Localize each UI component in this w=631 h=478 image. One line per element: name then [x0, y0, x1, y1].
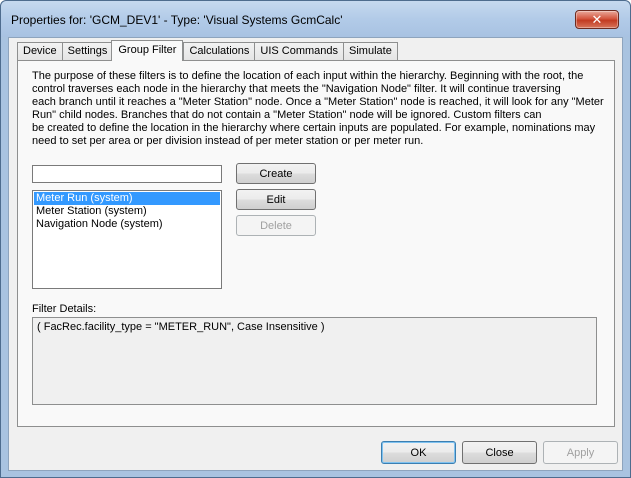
description-line: Run" child nodes. Branches that do not c… — [32, 109, 542, 121]
title-bar[interactable]: Properties for: 'GCM_DEV1' - Type: 'Visu… — [1, 1, 630, 37]
ok-button[interactable]: OK — [381, 441, 456, 464]
description-line: The purpose of these filters is to defin… — [32, 70, 584, 82]
filter-name-input[interactable] — [32, 165, 222, 183]
tab-strip: Device Settings Group Filter Calculation… — [17, 40, 398, 61]
apply-button[interactable]: Apply — [543, 441, 618, 464]
filter-list-item[interactable]: Meter Station (system) — [34, 205, 220, 218]
close-window-button[interactable]: ✕ — [575, 10, 619, 29]
close-button[interactable]: Close — [462, 441, 537, 464]
filter-details-box[interactable]: ( FacRec.facility_type = "METER_RUN", Ca… — [32, 317, 597, 405]
close-icon: ✕ — [591, 11, 603, 27]
description-line: each branch until it reaches a "Meter St… — [32, 96, 604, 108]
edit-button[interactable]: Edit — [236, 189, 316, 210]
window-title: Properties for: 'GCM_DEV1' - Type: 'Visu… — [11, 13, 343, 27]
filter-details-text: ( FacRec.facility_type = "METER_RUN", Ca… — [37, 321, 325, 333]
description-line: control traverses each node in the hiera… — [32, 83, 561, 95]
filter-list-item[interactable]: Navigation Node (system) — [34, 218, 220, 231]
group-filter-panel: The purpose of these filters is to defin… — [17, 60, 615, 427]
properties-window: Properties for: 'GCM_DEV1' - Type: 'Visu… — [0, 0, 631, 478]
description-line: be created to define the location in the… — [32, 122, 596, 134]
tab-device[interactable]: Device — [17, 42, 63, 61]
dialog-client-area: Device Settings Group Filter Calculation… — [8, 37, 623, 471]
tab-group-filter[interactable]: Group Filter — [111, 40, 184, 61]
create-button[interactable]: Create — [236, 163, 316, 184]
tab-uis-commands[interactable]: UIS Commands — [254, 42, 345, 61]
description-line: need to set per area or per division ins… — [32, 135, 424, 147]
filter-list[interactable]: Meter Run (system) Meter Station (system… — [32, 190, 222, 289]
tab-calculations[interactable]: Calculations — [183, 42, 256, 61]
filter-details-label: Filter Details: — [32, 303, 97, 315]
tab-settings[interactable]: Settings — [61, 42, 114, 61]
description-text: The purpose of these filters is to defin… — [32, 70, 607, 148]
tab-simulate[interactable]: Simulate — [343, 42, 398, 61]
delete-button[interactable]: Delete — [236, 215, 316, 236]
filter-list-item[interactable]: Meter Run (system) — [34, 192, 220, 205]
